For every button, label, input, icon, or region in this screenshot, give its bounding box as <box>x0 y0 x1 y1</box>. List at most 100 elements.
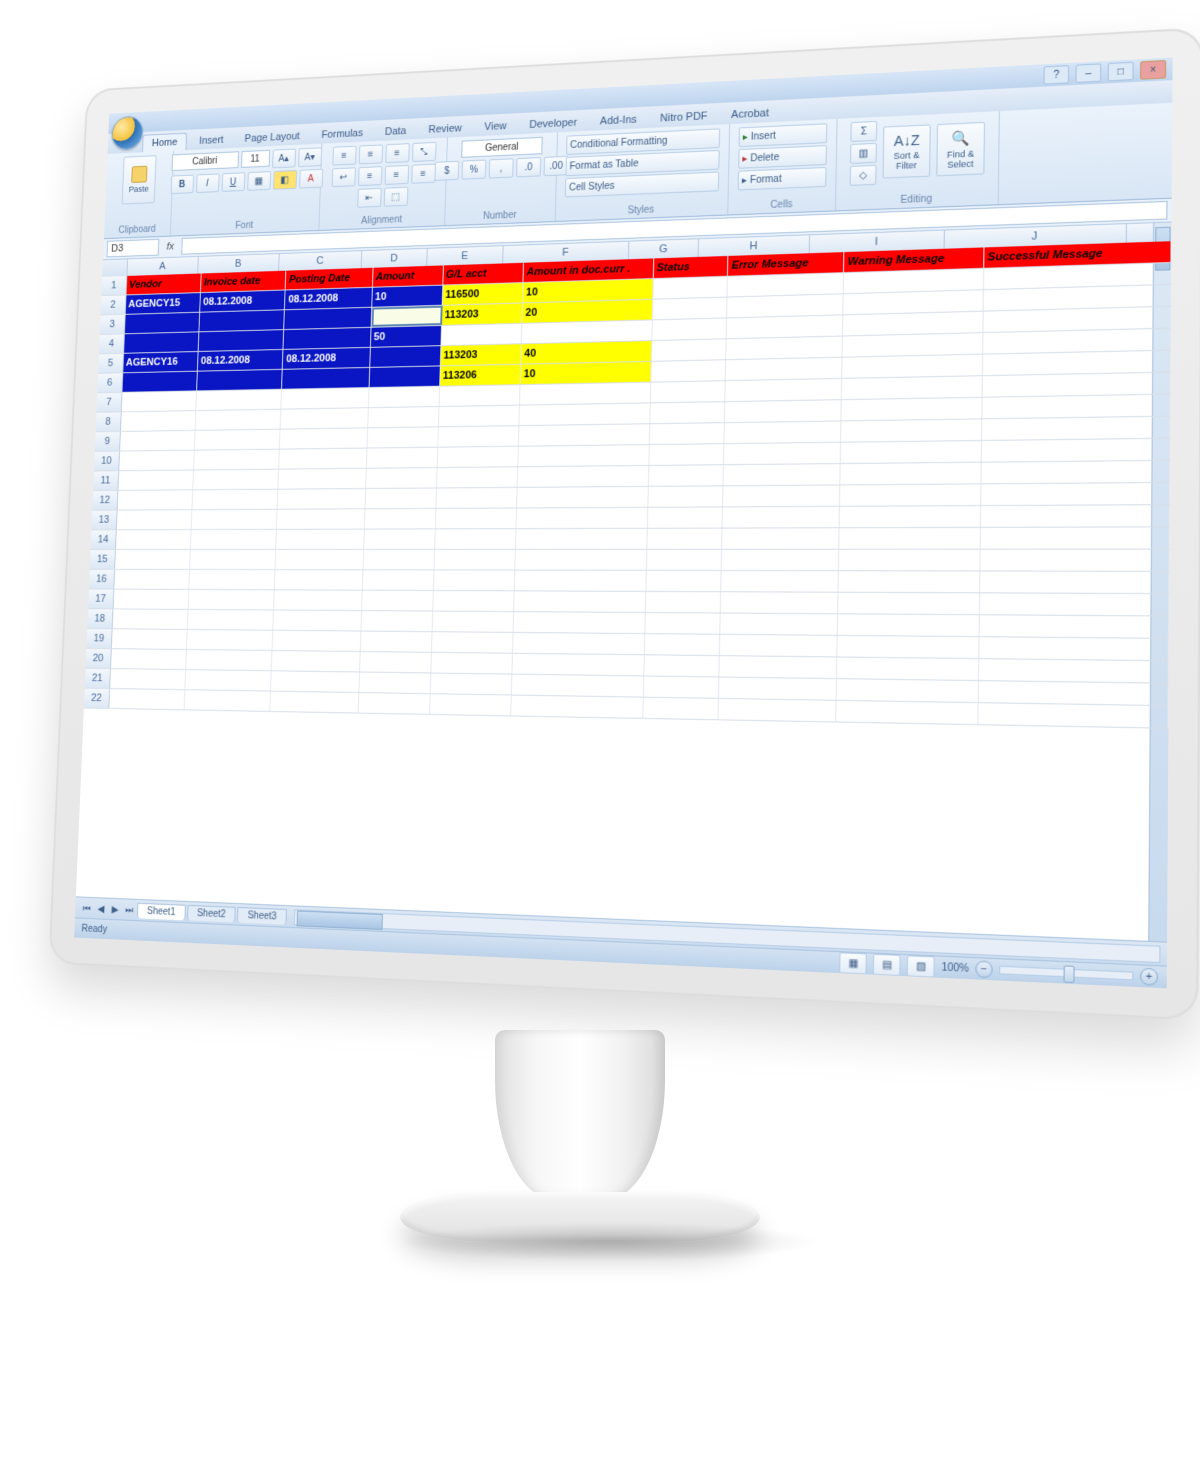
cell[interactable] <box>644 655 720 676</box>
row-header[interactable]: 5 <box>98 354 123 373</box>
cell[interactable] <box>124 332 200 353</box>
row-header[interactable]: 13 <box>92 511 118 530</box>
cell[interactable] <box>979 681 1169 705</box>
cell[interactable] <box>645 613 721 634</box>
cell[interactable] <box>653 277 728 299</box>
cell[interactable] <box>190 550 276 569</box>
cell[interactable] <box>984 263 1171 289</box>
cell[interactable] <box>512 675 644 697</box>
cell[interactable] <box>517 508 648 528</box>
cell[interactable] <box>515 550 647 570</box>
row-header[interactable]: 16 <box>89 570 115 589</box>
tab-nav-next[interactable]: ▶ <box>109 903 122 917</box>
cell[interactable] <box>110 669 186 689</box>
cell[interactable] <box>518 445 649 466</box>
cell[interactable] <box>843 333 983 357</box>
cell[interactable] <box>371 306 442 327</box>
cell[interactable] <box>197 370 283 391</box>
cell[interactable] <box>837 679 979 702</box>
cell[interactable]: 113206 <box>440 365 521 386</box>
cell[interactable]: Error Message <box>728 252 844 276</box>
cell[interactable] <box>979 637 1169 660</box>
cell[interactable] <box>647 550 723 570</box>
cell[interactable] <box>119 451 195 471</box>
merge-button[interactable]: ⬚ <box>383 187 408 207</box>
cell[interactable] <box>199 310 285 331</box>
row-header[interactable]: 8 <box>96 412 122 431</box>
cell[interactable] <box>649 465 725 486</box>
cell[interactable] <box>185 670 272 691</box>
close-button[interactable]: × <box>1140 60 1166 80</box>
cell[interactable] <box>517 487 648 508</box>
find-select-button[interactable]: 🔍 Find & Select <box>936 122 985 177</box>
row-header[interactable]: 11 <box>93 471 119 490</box>
cell[interactable] <box>117 490 193 509</box>
cell[interactable]: 113203 <box>442 303 523 325</box>
align-bottom-button[interactable]: ≡ <box>385 143 410 163</box>
cell[interactable] <box>274 610 362 630</box>
cell[interactable] <box>432 612 514 632</box>
cell[interactable] <box>653 298 728 320</box>
cell[interactable]: Status <box>654 256 729 278</box>
cell[interactable] <box>364 529 435 549</box>
cell[interactable] <box>361 611 433 631</box>
cell[interactable] <box>842 376 983 399</box>
wrap-text-button[interactable]: ↩ <box>331 167 355 187</box>
row-header[interactable]: 17 <box>88 589 114 608</box>
italic-button[interactable]: I <box>196 174 220 194</box>
cell[interactable] <box>192 510 278 529</box>
cell[interactable]: 116500 <box>442 283 523 305</box>
cell[interactable] <box>983 373 1171 397</box>
cell[interactable] <box>363 550 434 570</box>
increase-decimal-button[interactable]: .0 <box>516 157 541 177</box>
bold-button[interactable]: B <box>170 175 193 194</box>
cell[interactable] <box>838 614 980 636</box>
cell[interactable] <box>645 634 721 655</box>
row-header[interactable]: 19 <box>86 629 112 648</box>
cell[interactable] <box>982 461 1171 484</box>
cell[interactable] <box>430 694 512 715</box>
row-header[interactable]: 6 <box>97 373 122 392</box>
align-middle-button[interactable]: ≡ <box>358 144 382 164</box>
cell[interactable] <box>118 470 194 489</box>
cell[interactable]: G/L acct <box>443 263 524 285</box>
tab-view[interactable]: View <box>475 117 517 136</box>
cell[interactable]: 50 <box>371 326 442 347</box>
cell[interactable] <box>516 529 648 549</box>
cell[interactable] <box>188 610 275 630</box>
sheet-tab-1[interactable]: Sheet1 <box>137 903 186 921</box>
cell[interactable] <box>980 615 1170 638</box>
cell[interactable] <box>519 403 650 425</box>
cell[interactable] <box>199 330 285 351</box>
cell[interactable] <box>196 390 282 410</box>
border-button[interactable]: ▦ <box>247 171 271 191</box>
name-box[interactable]: D3 <box>107 239 160 258</box>
cell[interactable]: AGENCY16 <box>123 352 199 372</box>
cell[interactable]: 10 <box>372 286 443 307</box>
row-header[interactable]: 15 <box>90 550 116 569</box>
cell[interactable] <box>839 571 981 592</box>
cell[interactable] <box>983 329 1171 354</box>
cell[interactable]: 08.12.2008 <box>283 348 371 369</box>
cell[interactable] <box>980 571 1169 593</box>
cell[interactable] <box>844 269 984 293</box>
comma-button[interactable]: , <box>489 158 514 178</box>
cell[interactable] <box>194 450 280 470</box>
cell[interactable] <box>369 366 440 387</box>
cell[interactable] <box>120 411 196 431</box>
vertical-scrollbar[interactable] <box>1148 223 1172 943</box>
cell[interactable] <box>359 672 431 693</box>
fill-button[interactable]: ▥ <box>850 143 877 164</box>
cell[interactable] <box>272 651 360 672</box>
cell[interactable] <box>650 423 726 444</box>
fill-color-button[interactable]: ◧ <box>273 170 297 190</box>
cell[interactable] <box>727 336 844 359</box>
cell[interactable] <box>650 402 726 423</box>
view-break-button[interactable]: ▧ <box>907 955 935 977</box>
cell[interactable] <box>367 448 438 468</box>
cell[interactable] <box>522 320 653 343</box>
cell[interactable] <box>437 467 519 487</box>
cell[interactable] <box>368 407 439 427</box>
cell[interactable]: 08.12.2008 <box>200 290 286 311</box>
cell[interactable] <box>981 550 1170 571</box>
